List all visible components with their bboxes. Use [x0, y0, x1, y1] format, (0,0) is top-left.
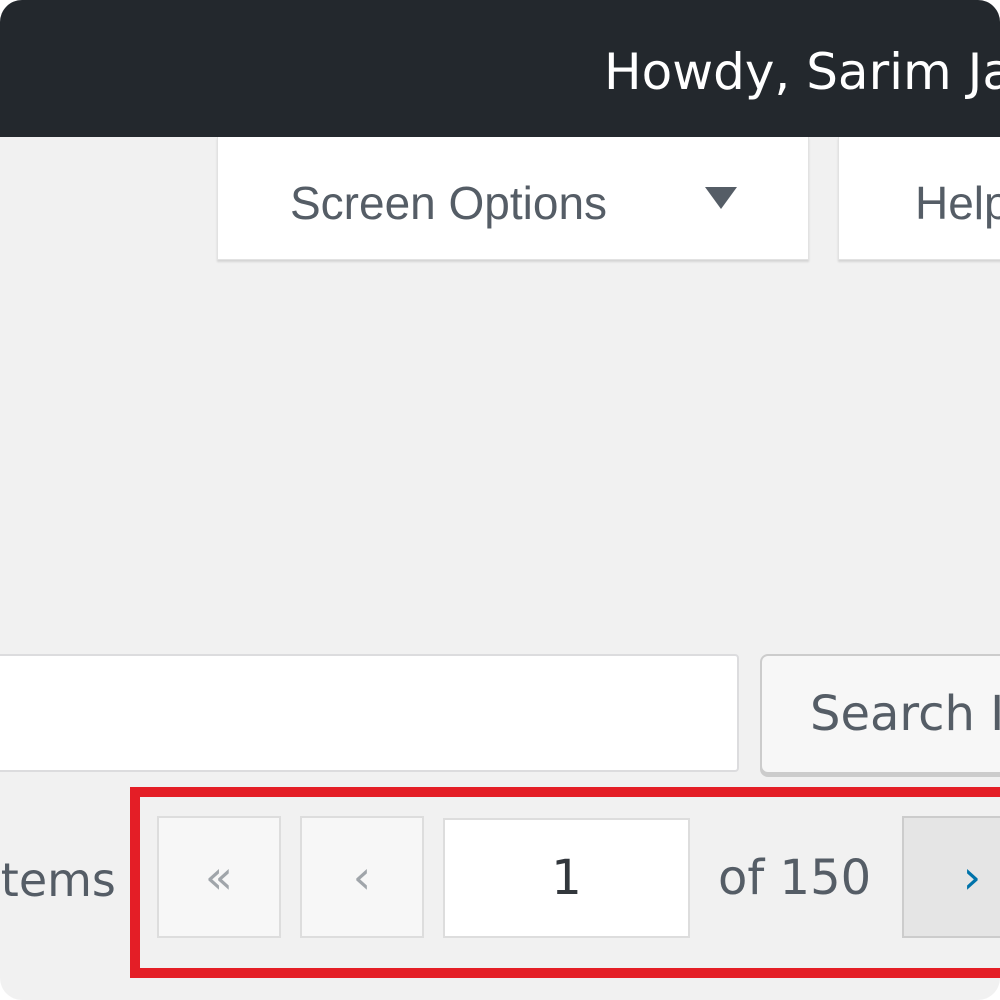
help-tab[interactable]: Help: [838, 137, 1000, 260]
screenshot-frame: Howdy, Sarim Ja Screen Options Help Sear…: [0, 0, 1000, 1000]
search-button[interactable]: Search I: [760, 654, 1000, 774]
admin-bar: Howdy, Sarim Ja: [0, 0, 1000, 137]
help-tab-label: Help: [915, 177, 1000, 229]
screen-options-label: Screen Options: [290, 177, 608, 229]
items-count-label: items: [0, 853, 116, 907]
previous-page-button[interactable]: ‹: [300, 816, 424, 938]
screen-options-tab[interactable]: Screen Options: [217, 137, 809, 260]
caret-down-icon: [705, 187, 737, 209]
search-input[interactable]: [0, 654, 739, 772]
howdy-user-menu[interactable]: Howdy, Sarim Ja: [604, 40, 1000, 104]
next-page-button[interactable]: ›: [902, 816, 1000, 938]
first-page-button[interactable]: «: [157, 816, 281, 938]
current-page-input[interactable]: [443, 818, 690, 938]
total-pages-label: of 150: [718, 850, 872, 906]
